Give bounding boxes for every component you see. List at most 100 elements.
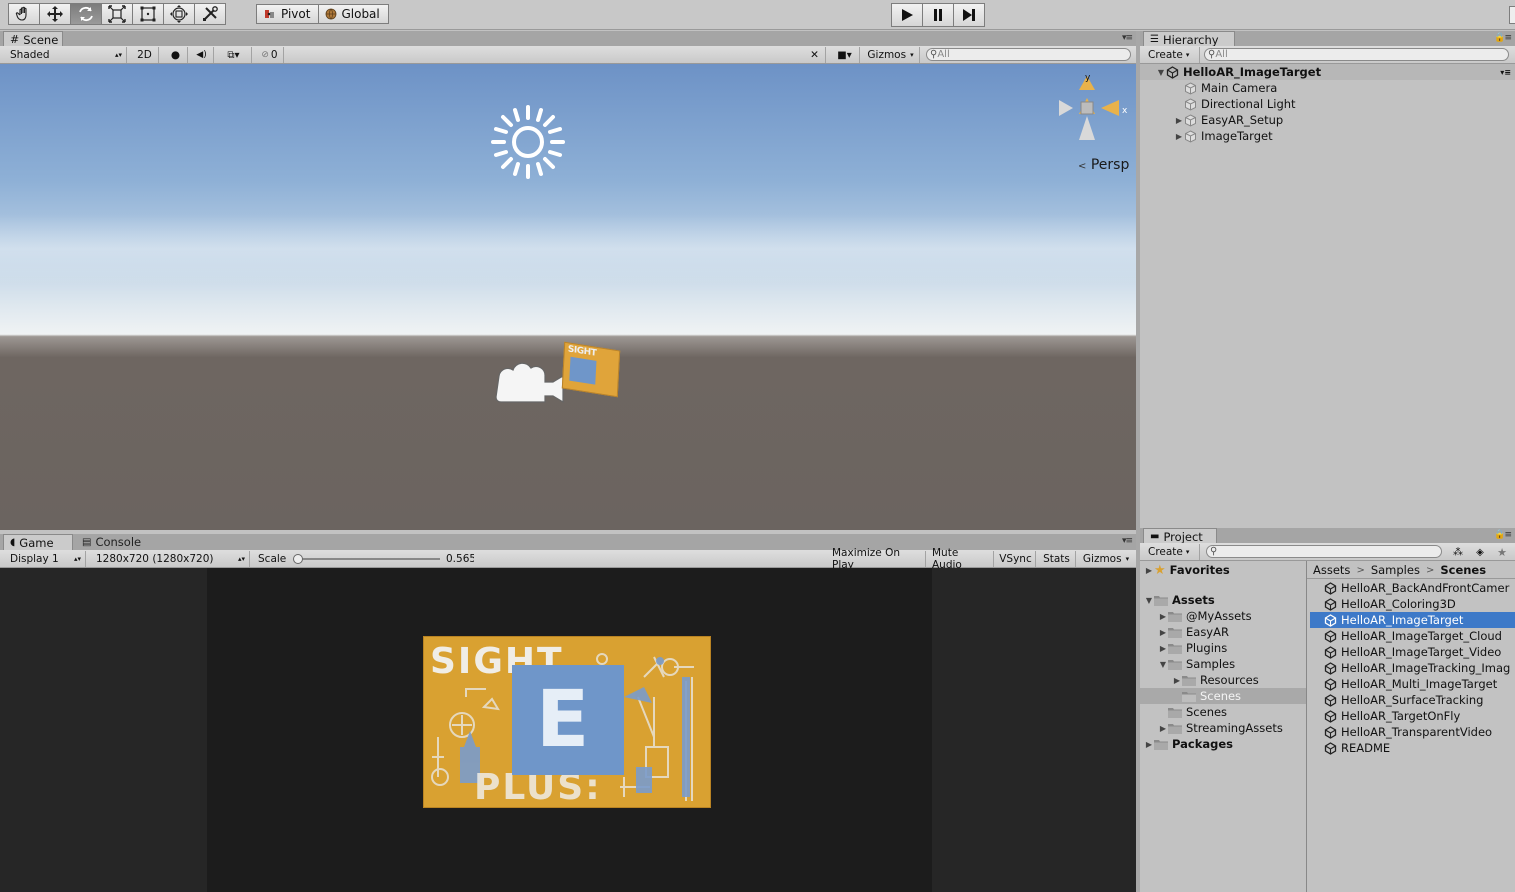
audio-toggle-button[interactable]: ◀) bbox=[190, 47, 214, 63]
hierarchy-item[interactable]: Directional Light bbox=[1174, 96, 1296, 112]
expand-arrow-icon[interactable]: ▶ bbox=[1174, 116, 1184, 125]
game-viewport[interactable]: SIGHT PLUS: E bbox=[0, 568, 1136, 892]
favorites-row[interactable]: ▶ ★ Favorites bbox=[1144, 562, 1230, 578]
tab-game[interactable]: ◖ Game bbox=[3, 534, 73, 550]
vsync-toggle[interactable]: VSync bbox=[996, 551, 1036, 567]
breadcrumb-item-current[interactable]: Scenes bbox=[1440, 563, 1486, 577]
account-dropdown-button[interactable] bbox=[1509, 6, 1515, 24]
file-list-item[interactable]: HelloAR_BackAndFrontCamer bbox=[1310, 580, 1515, 596]
expand-arrow-icon[interactable]: ▶ bbox=[1158, 644, 1168, 653]
file-list-item[interactable]: HelloAR_ImageTarget_Cloud bbox=[1310, 628, 1515, 644]
search-by-label-button[interactable]: ◈ bbox=[1470, 544, 1490, 560]
project-create-dropdown[interactable]: Create ▾ bbox=[1144, 544, 1200, 560]
dropdown-arrow-icon: ▴▾ bbox=[73, 555, 81, 563]
2d-toggle-button[interactable]: 2D bbox=[131, 47, 159, 63]
pause-button[interactable] bbox=[922, 3, 954, 27]
scene-menu-icon[interactable]: ▾≡ bbox=[1500, 68, 1511, 77]
search-by-type-button[interactable]: ⁂ bbox=[1448, 544, 1468, 560]
hierarchy-item[interactable]: ▶ EasyAR_Setup bbox=[1174, 112, 1283, 128]
resolution-dropdown[interactable]: 1280x720 (1280x720) ▴▾ bbox=[92, 551, 250, 567]
hierarchy-item[interactable]: Main Camera bbox=[1174, 80, 1277, 96]
breadcrumb-item[interactable]: Assets bbox=[1313, 563, 1350, 577]
hierarchy-lock-menu-icon[interactable]: 🔒≡ bbox=[1494, 33, 1512, 43]
project-tree-item[interactable]: ▶ Resources bbox=[1172, 672, 1259, 688]
tab-console[interactable]: ▤ Console bbox=[76, 534, 156, 550]
expand-arrow-icon[interactable]: ▶ bbox=[1158, 724, 1168, 733]
projection-label[interactable]: < Persp bbox=[1078, 157, 1129, 173]
rect-tool-button[interactable] bbox=[132, 3, 164, 25]
hierarchy-search-input[interactable]: ⚲ All bbox=[1204, 48, 1509, 61]
sky-clouds bbox=[0, 214, 1136, 284]
tab-hierarchy[interactable]: ☰ Hierarchy bbox=[1143, 31, 1235, 47]
custom-tool-button[interactable] bbox=[194, 3, 226, 25]
expand-arrow-icon[interactable]: ▶ bbox=[1144, 740, 1154, 749]
breadcrumb-item[interactable]: Samples bbox=[1371, 563, 1420, 577]
project-tree-item[interactable]: ▶ StreamingAssets bbox=[1158, 720, 1283, 736]
project-tree-item-selected[interactable]: Scenes bbox=[1140, 688, 1306, 704]
scene-orientation-gizmo-icon[interactable]: y x bbox=[1055, 72, 1135, 152]
gizmos-dropdown[interactable]: Gizmos ▾ bbox=[862, 47, 920, 63]
project-tree-item[interactable]: Scenes bbox=[1158, 704, 1227, 720]
gameobject-cube-icon bbox=[1185, 97, 1196, 111]
scale-tool-button[interactable] bbox=[101, 3, 133, 25]
scene-viewport[interactable]: SIGHT y x < Persp bbox=[0, 64, 1136, 530]
file-list-item[interactable]: README bbox=[1310, 740, 1515, 756]
favorite-search-button[interactable]: ★ bbox=[1492, 544, 1512, 560]
step-button[interactable] bbox=[953, 3, 985, 27]
lighting-toggle-button[interactable]: ● bbox=[164, 47, 188, 63]
mute-audio-toggle[interactable]: Mute Audio bbox=[928, 547, 994, 571]
file-list-item[interactable]: HelloAR_ImageTracking_Imag bbox=[1310, 660, 1515, 676]
project-tree-item[interactable]: ▶ Plugins bbox=[1158, 640, 1227, 656]
global-button[interactable]: Global bbox=[318, 4, 389, 24]
expand-arrow-icon[interactable]: ▶ bbox=[1172, 676, 1182, 685]
file-list-item[interactable]: HelloAR_Multi_ImageTarget bbox=[1310, 676, 1515, 692]
stats-toggle[interactable]: Stats bbox=[1038, 551, 1076, 567]
project-tree-item[interactable]: ▶ @MyAssets bbox=[1158, 608, 1252, 624]
hand-tool-button[interactable] bbox=[8, 3, 40, 25]
expand-arrow-icon[interactable]: ▶ bbox=[1144, 566, 1154, 575]
pivot-button[interactable]: Pivot bbox=[256, 4, 320, 24]
assets-root-row[interactable]: ▼ Assets bbox=[1144, 592, 1215, 608]
file-list-item[interactable]: HelloAR_TransparentVideo bbox=[1310, 724, 1515, 740]
play-icon bbox=[902, 9, 913, 21]
project-lock-menu-icon[interactable]: 🔒≡ bbox=[1494, 530, 1512, 540]
maximize-on-play-toggle[interactable]: Maximize On Play bbox=[828, 547, 926, 571]
tab-scene[interactable]: # Scene bbox=[3, 31, 63, 47]
scene-search-input[interactable]: ⚲ All bbox=[926, 48, 1131, 61]
scale-slider-track[interactable] bbox=[294, 558, 440, 560]
panel-menu-icon[interactable]: ▾≡ bbox=[1122, 33, 1133, 43]
project-tree-item[interactable]: ▼ Samples bbox=[1158, 656, 1235, 672]
hierarchy-create-dropdown[interactable]: Create ▾ bbox=[1144, 47, 1200, 63]
effects-dropdown[interactable]: ⧉▾ bbox=[216, 47, 252, 63]
display-dropdown[interactable]: Display 1 ▴▾ bbox=[6, 551, 86, 567]
file-list-item[interactable]: HelloAR_ImageTarget bbox=[1310, 612, 1515, 628]
file-list-item[interactable]: HelloAR_SurfaceTracking bbox=[1310, 692, 1515, 708]
hierarchy-item[interactable]: ▶ ImageTarget bbox=[1174, 128, 1273, 144]
expand-arrow-icon[interactable]: ▶ bbox=[1158, 628, 1168, 637]
packages-root-row[interactable]: ▶ Packages bbox=[1144, 736, 1233, 752]
collapse-arrow-icon[interactable]: ▼ bbox=[1158, 660, 1168, 669]
panel-menu-icon[interactable]: ▾≡ bbox=[1122, 536, 1133, 546]
scene-tools-button[interactable]: ✕ bbox=[804, 47, 826, 63]
move-tool-button[interactable] bbox=[39, 3, 71, 25]
tab-project[interactable]: ▬ Project bbox=[1143, 528, 1217, 544]
expand-arrow-icon[interactable]: ▶ bbox=[1174, 132, 1184, 141]
file-list-item[interactable]: HelloAR_ImageTarget_Video bbox=[1310, 644, 1515, 660]
project-tree-item[interactable]: ▶ EasyAR bbox=[1158, 624, 1229, 640]
game-gizmos-dropdown[interactable]: Gizmos ▾ bbox=[1078, 551, 1134, 567]
shading-mode-dropdown[interactable]: Shaded ▴▾ bbox=[6, 47, 127, 63]
collapse-arrow-icon[interactable]: ▼ bbox=[1144, 596, 1154, 605]
scale-slider-thumb[interactable] bbox=[292, 554, 303, 564]
play-button[interactable] bbox=[891, 3, 923, 27]
project-column-splitter[interactable] bbox=[1306, 561, 1307, 892]
hierarchy-scene-row[interactable]: ▼ HelloAR_ImageTarget ▾≡ bbox=[1140, 64, 1515, 80]
camera-settings-dropdown[interactable]: ■▾ bbox=[830, 47, 860, 63]
hidden-objects-toggle[interactable]: ⊘ 0 bbox=[256, 47, 284, 63]
transform-all-tool-button[interactable] bbox=[163, 3, 195, 25]
file-list-item[interactable]: HelloAR_Coloring3D bbox=[1310, 596, 1515, 612]
gizmos-label: Gizmos bbox=[867, 49, 907, 61]
rotate-tool-button[interactable] bbox=[70, 3, 102, 25]
project-search-input[interactable]: ⚲ bbox=[1206, 545, 1442, 558]
expand-arrow-icon[interactable]: ▶ bbox=[1158, 612, 1168, 621]
file-list-item[interactable]: HelloAR_TargetOnFly bbox=[1310, 708, 1515, 724]
